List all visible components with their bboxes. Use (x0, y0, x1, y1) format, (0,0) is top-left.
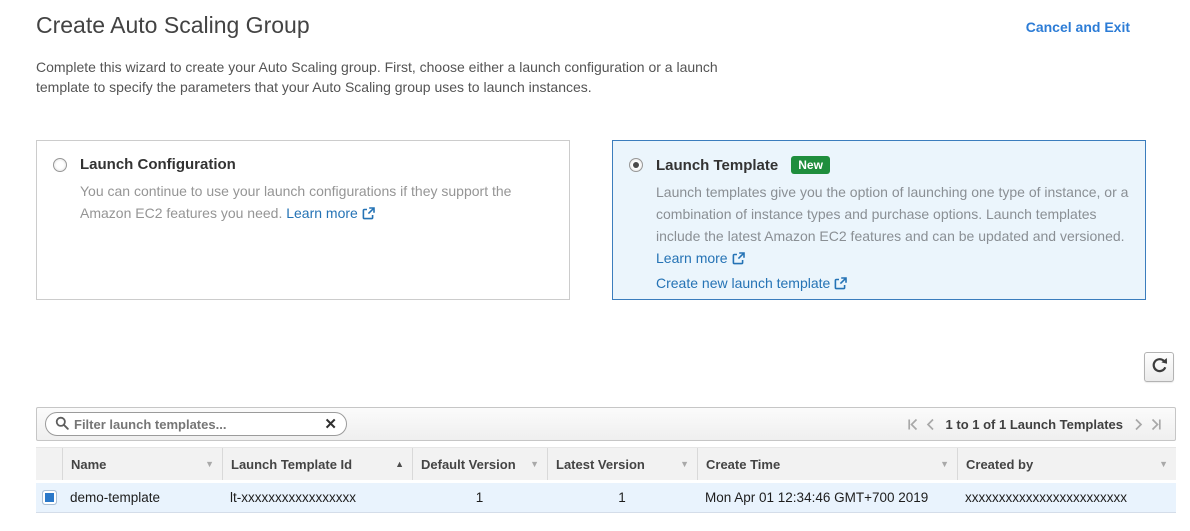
cell-name: demo-template (62, 490, 222, 505)
cell-default-version: 1 (412, 490, 547, 505)
cell-created-by: xxxxxxxxxxxxxxxxxxxxxxxx (957, 490, 1176, 505)
sort-icon: ▼ (205, 459, 214, 469)
sort-icon: ▼ (1159, 459, 1168, 469)
launch-configuration-radio[interactable] (53, 158, 67, 172)
sort-icon: ▼ (680, 459, 689, 469)
launch-configuration-learn-more-link[interactable]: Learn more (286, 205, 358, 221)
row-select-cell (36, 490, 62, 505)
launch-template-description: Launch templates give you the option of … (656, 184, 1128, 244)
page-title: Create Auto Scaling Group (36, 12, 310, 39)
launch-template-radio[interactable] (629, 158, 643, 172)
launch-template-card[interactable]: Launch Template New Launch templates giv… (612, 140, 1146, 300)
external-link-icon (732, 249, 745, 272)
previous-page-icon[interactable] (925, 418, 936, 431)
table-header-row: Name ▼ Launch Template Id ▲ Default Vers… (36, 447, 1176, 480)
cell-latest-version: 1 (547, 490, 697, 505)
column-header-default-version[interactable]: Default Version ▼ (412, 448, 547, 480)
pagination-text: 1 to 1 of 1 Launch Templates (946, 417, 1123, 432)
launch-configuration-description: You can continue to use your launch conf… (80, 180, 553, 226)
clear-filter-icon[interactable]: ✕ (324, 417, 337, 432)
column-header-name[interactable]: Name ▼ (62, 448, 222, 480)
external-link-icon (362, 204, 375, 226)
cell-create-time: Mon Apr 01 12:34:46 GMT+700 2019 (697, 490, 957, 505)
refresh-icon (1151, 357, 1168, 377)
column-header-create-time[interactable]: Create Time ▼ (697, 448, 957, 480)
table-row[interactable]: demo-template lt-xxxxxxxxxxxxxxxxx 1 1 M… (36, 483, 1176, 513)
cancel-and-exit-link[interactable]: Cancel and Exit (1026, 19, 1130, 35)
column-header-created-by[interactable]: Created by ▼ (957, 448, 1176, 480)
new-badge: New (791, 156, 830, 174)
filter-search-box[interactable]: ✕ (45, 412, 347, 436)
launch-template-title: Launch Template (656, 157, 778, 174)
last-page-icon[interactable] (1149, 418, 1163, 431)
row-select-checkbox[interactable] (42, 490, 57, 505)
first-page-icon[interactable] (906, 418, 920, 431)
create-asg-wizard-page: Create Auto Scaling Group Cancel and Exi… (0, 0, 1190, 531)
refresh-button[interactable] (1144, 352, 1174, 382)
search-icon (55, 416, 69, 433)
pagination: 1 to 1 of 1 Launch Templates (906, 417, 1163, 432)
sort-icon: ▼ (940, 459, 949, 469)
table-toolbar: ✕ 1 to 1 of 1 Launch Templates (36, 407, 1176, 441)
sort-icon: ▼ (530, 459, 539, 469)
column-header-launch-template-id[interactable]: Launch Template Id ▲ (222, 448, 412, 480)
launch-template-table: ✕ 1 to 1 of 1 Launch Templates Name ▼ La… (36, 407, 1176, 513)
cell-launch-template-id: lt-xxxxxxxxxxxxxxxxx (222, 490, 412, 505)
launch-configuration-title: Launch Configuration (80, 156, 236, 173)
column-header-latest-version[interactable]: Latest Version ▼ (547, 448, 697, 480)
external-link-icon (834, 274, 847, 297)
next-page-icon[interactable] (1133, 418, 1144, 431)
create-new-launch-template-link[interactable]: Create new launch template (656, 275, 830, 291)
launch-configuration-card[interactable]: Launch Configuration You can continue to… (36, 140, 570, 300)
sort-asc-icon: ▲ (395, 459, 404, 469)
page-description: Complete this wizard to create your Auto… (36, 57, 731, 97)
filter-input[interactable] (74, 417, 324, 432)
launch-template-learn-more-link[interactable]: Learn more (656, 250, 728, 266)
launch-source-options: Launch Configuration You can continue to… (36, 140, 1146, 300)
header-select-column (36, 448, 62, 480)
